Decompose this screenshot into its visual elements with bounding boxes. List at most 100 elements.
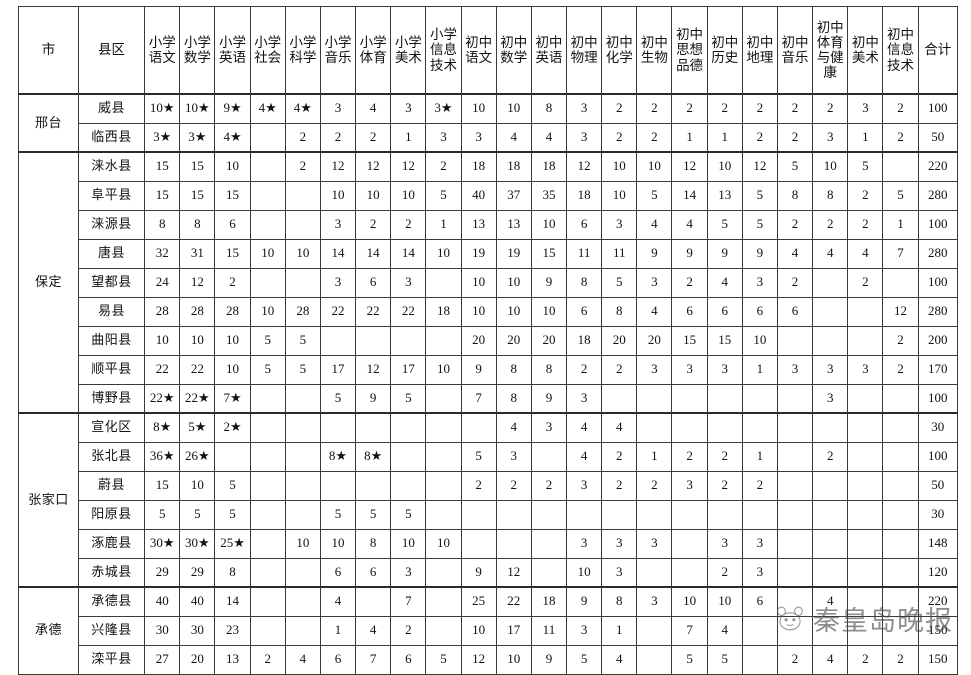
cell-value: 3 (601, 209, 638, 240)
cell-value: 10 (706, 151, 743, 182)
cell-value: 30★ (144, 528, 181, 559)
cell-value: 3 (706, 528, 743, 559)
cell-total: 100 (917, 383, 959, 414)
cell-value: 3 (776, 354, 814, 385)
cell-total: 100 (917, 441, 959, 472)
cell-value: 3 (566, 383, 603, 414)
cell-value: 22 (495, 586, 532, 617)
cell-value: 3 (601, 528, 638, 559)
cell-value: 2 (776, 644, 814, 675)
cell-value: 3 (847, 354, 884, 385)
cell-value: 5 (214, 499, 251, 530)
cell-value: 6 (671, 296, 708, 327)
cell-value: 14 (214, 586, 251, 617)
cell-value: 2 (706, 93, 743, 124)
cell-value: 6 (355, 267, 392, 298)
cell-value (530, 499, 568, 530)
cell-total: 280 (917, 180, 959, 211)
header-subject: 初中信息技术 (882, 6, 919, 95)
teacher-allocation-table: 市 县区 小学语文 小学数学 小学英语 小学社会 小学科学 小学音乐 小学体育 小学美术 小学信… (18, 6, 959, 675)
cell-value: 4 (776, 238, 814, 269)
cell-value: 12 (355, 151, 392, 182)
cell-value: 15 (144, 470, 181, 501)
cell-value: 3 (425, 122, 462, 153)
cell-value: 10 (601, 151, 638, 182)
cell-value: 6 (355, 557, 392, 588)
cell-value: 6 (319, 644, 357, 675)
cell-total: 150 (917, 615, 959, 646)
cell-value (776, 441, 814, 472)
cell-value: 5 (741, 180, 778, 211)
cell-value (249, 586, 286, 617)
cell-value: 2 (776, 209, 814, 240)
cell-value (847, 586, 884, 617)
cell-value: 9 (741, 238, 778, 269)
cell-value: 2 (601, 470, 638, 501)
cell-value (355, 586, 392, 617)
cell-value: 22 (390, 296, 427, 327)
cell-value: 8 (776, 180, 814, 211)
cell-value: 10 (495, 93, 532, 124)
cell-value: 7 (390, 586, 427, 617)
cell-value: 2 (601, 122, 638, 153)
cell-total: 170 (917, 354, 959, 385)
cell-value: 25 (460, 586, 497, 617)
cell-value: 10 (566, 557, 603, 588)
cell-value: 3 (460, 122, 497, 153)
cell-county: 博野县 (77, 383, 146, 414)
cell-value: 3 (741, 557, 778, 588)
cell-value (249, 528, 286, 559)
cell-value: 9 (671, 238, 708, 269)
cell-value: 8 (530, 93, 568, 124)
cell-value: 9 (530, 383, 568, 414)
cell-value: 20 (530, 325, 568, 356)
cell-value (249, 209, 286, 240)
cell-value: 3★ (179, 122, 216, 153)
cell-value: 6 (776, 296, 814, 327)
cell-value (741, 383, 778, 414)
cell-value (812, 528, 849, 559)
cell-value: 3 (636, 354, 673, 385)
cell-value: 6 (566, 296, 603, 327)
cell-value: 15 (179, 151, 216, 182)
header-city: 市 (18, 6, 79, 95)
cell-total: 220 (917, 586, 959, 617)
cell-value (249, 180, 286, 211)
cell-value: 3 (390, 267, 427, 298)
cell-value: 18 (530, 586, 568, 617)
cell-value (882, 267, 919, 298)
cell-total: 220 (917, 151, 959, 182)
table-body: 邢台 威县 10★ 10★ 9★ 4★ 4★ 3 4 3 3★ 10 10 8 3 2 2 2 2 2 2 2 3 2 100 临… (18, 93, 959, 675)
cell-value: 2 (636, 93, 673, 124)
cell-value: 8 (214, 557, 251, 588)
header-subject: 初中美术 (847, 6, 884, 95)
cell-value: 12 (741, 151, 778, 182)
cell-value: 2 (390, 615, 427, 646)
cell-value: 9★ (214, 93, 251, 124)
cell-value: 2 (706, 470, 743, 501)
cell-value (249, 499, 286, 530)
table-row: 唐县 32 31 15 10 10 14 14 14 10 19 19 15 11 11 9 9 9 9 4 4 4 7 28… (19, 238, 959, 269)
cell-value (390, 325, 427, 356)
table-row: 兴隆县 30 30 23 1 4 2 10 17 11 3 1 7 4 150 (19, 615, 959, 646)
cell-total: 50 (917, 122, 959, 153)
cell-city: 承德 (18, 586, 79, 675)
cell-value: 4 (636, 209, 673, 240)
cell-value: 3 (812, 383, 849, 414)
table-row: 易县 28 28 28 10 28 22 22 22 18 10 10 10 6 8 4 6 6 6 6 12 280 (19, 296, 959, 327)
cell-value (812, 470, 849, 501)
cell-value: 2 (425, 151, 462, 182)
cell-value: 4 (636, 296, 673, 327)
cell-value: 10 (355, 180, 392, 211)
cell-value: 15 (530, 238, 568, 269)
cell-county: 承德县 (77, 586, 146, 617)
cell-value: 5 (249, 325, 286, 356)
cell-value (284, 615, 321, 646)
cell-value: 3 (319, 209, 357, 240)
cell-value: 5 (249, 354, 286, 385)
cell-value (847, 412, 884, 443)
cell-value: 4 (706, 615, 743, 646)
cell-value: 2 (882, 354, 919, 385)
cell-value: 10 (425, 354, 462, 385)
cell-value: 40 (460, 180, 497, 211)
